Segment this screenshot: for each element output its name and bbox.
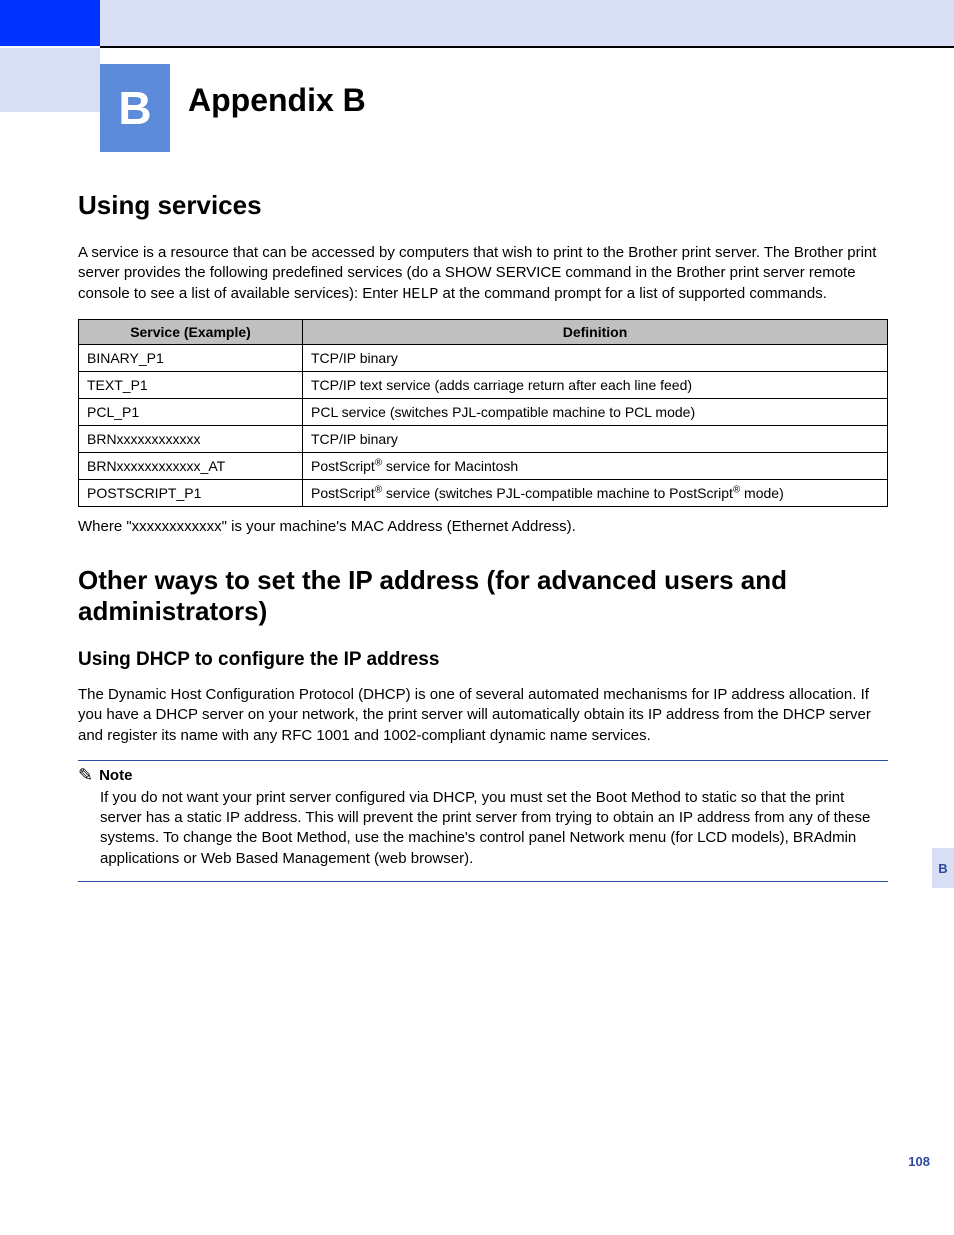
intro-text-after: at the command prompt for a list of supp… [438,285,827,302]
cell-service: BRNxxxxxxxxxxxx_AT [79,452,303,479]
intro-paragraph: A service is a resource that can be acce… [78,243,888,305]
cell-definition: PostScript® service for Macintosh [303,452,888,479]
note-rule-bottom [78,881,888,882]
cell-service: PCL_P1 [79,398,303,425]
top-banner [0,0,954,46]
note-header: ✎ Note [78,765,888,788]
table-header-row: Service (Example) Definition [79,319,888,344]
cell-definition: TCP/IP text service (adds carriage retur… [303,371,888,398]
intro-code: HELP [402,286,438,303]
table-row: TEXT_P1 TCP/IP text service (adds carria… [79,371,888,398]
note-block: ✎ Note If you do not want your print ser… [78,760,888,882]
note-label: Note [99,767,132,784]
cell-service: TEXT_P1 [79,371,303,398]
table-header-definition: Definition [303,319,888,344]
page-number: 108 [908,1154,930,1169]
top-accent-light [100,0,954,46]
note-rule-top [78,760,888,761]
table-row: BRNxxxxxxxxxxxx_AT PostScript® service f… [79,452,888,479]
table-row: BRNxxxxxxxxxxxx TCP/IP binary [79,425,888,452]
table-row: PCL_P1 PCL service (switches PJL-compati… [79,398,888,425]
table-header-service: Service (Example) [79,319,303,344]
subsection-heading-dhcp: Using DHCP to configure the IP address [78,649,888,671]
services-table: Service (Example) Definition BINARY_P1 T… [78,319,888,507]
table-row: POSTSCRIPT_P1 PostScript® service (switc… [79,479,888,506]
cell-definition: TCP/IP binary [303,344,888,371]
page-content: Using services A service is a resource t… [78,190,888,886]
cell-service: POSTSCRIPT_P1 [79,479,303,506]
cell-service: BRNxxxxxxxxxxxx [79,425,303,452]
header-divider [100,46,954,48]
left-accent-stripe [0,48,100,112]
section-heading-other-ways: Other ways to set the IP address (for ad… [78,565,888,627]
table-row: BINARY_P1 TCP/IP binary [79,344,888,371]
chapter-letter-box: B [100,64,170,152]
note-body: If you do not want your print server con… [78,788,888,877]
dhcp-paragraph: The Dynamic Host Configuration Protocol … [78,685,888,746]
table-footnote: Where "xxxxxxxxxxxx" is your machine's M… [78,517,888,537]
note-icon: ✎ [78,765,93,786]
cell-definition: PostScript® service (switches PJL-compat… [303,479,888,506]
chapter-header: B Appendix B [100,64,366,152]
cell-definition: TCP/IP binary [303,425,888,452]
cell-service: BINARY_P1 [79,344,303,371]
section-heading-using-services: Using services [78,190,888,221]
top-accent-dark [0,0,100,46]
chapter-title: Appendix B [170,64,366,152]
side-tab: B [932,848,954,888]
cell-definition: PCL service (switches PJL-compatible mac… [303,398,888,425]
